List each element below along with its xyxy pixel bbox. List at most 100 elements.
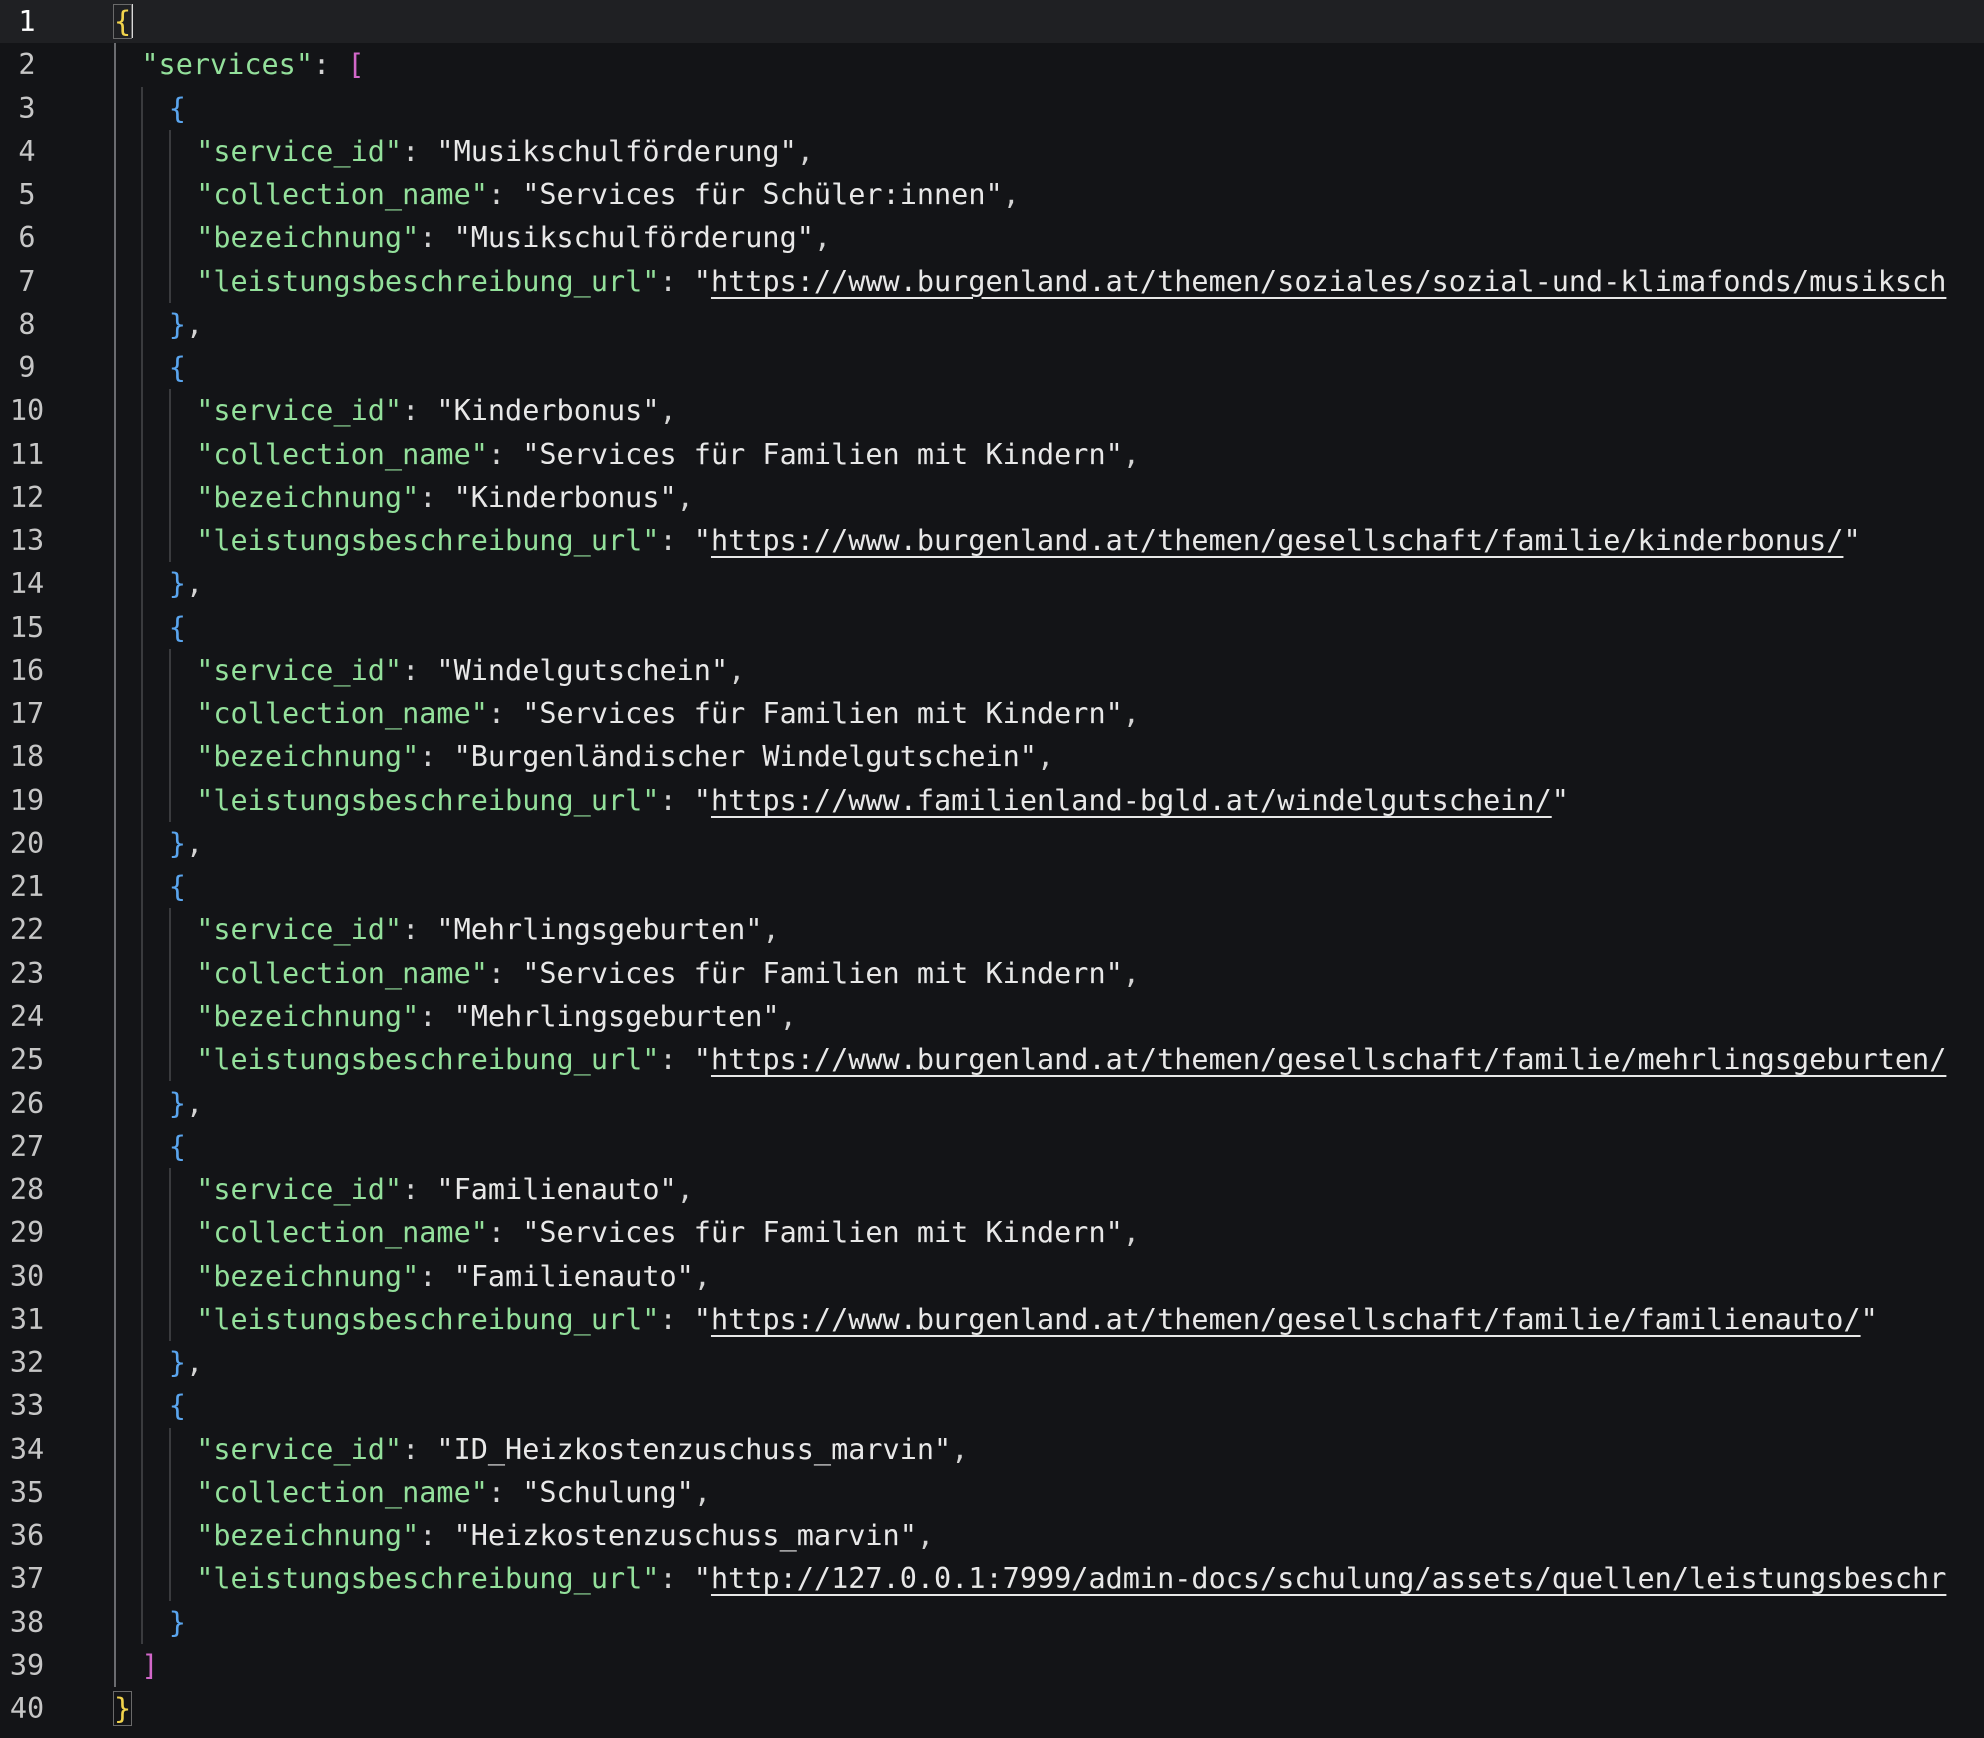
code-line[interactable]: 1{ [0,0,1984,44]
code-line[interactable]: 28 "service_id": "Familienauto", [0,1168,1984,1211]
code-content[interactable]: "service_id": "Mehrlingsgeburten", [196,908,779,951]
code-line[interactable]: 6 "bezeichnung": "Musikschulförderung", [0,216,1984,259]
punctuation: , [185,1346,204,1380]
url-link[interactable]: https://www.familienland-bgld.at/windelg… [711,784,1552,817]
code-content[interactable]: ] [141,1644,158,1687]
code-content[interactable]: { [169,865,186,908]
code-content[interactable]: { [112,0,134,43]
code-content[interactable]: }, [169,303,203,346]
code-content[interactable]: "service_id": "Familienauto", [196,1168,694,1211]
punctuation: : [419,1259,454,1293]
code-content[interactable]: { [169,87,186,130]
line-number: 27 [9,1129,45,1163]
code-content[interactable]: }, [169,822,203,865]
code-content[interactable]: "leistungsbeschreibung_url": "https://ww… [196,779,1569,822]
code-content[interactable]: { [169,1384,186,1427]
code-line[interactable]: 27 { [0,1125,1984,1168]
punctuation: : [659,1302,694,1336]
code-line[interactable]: 38} [0,1601,1984,1644]
code-content[interactable]: { [169,606,186,649]
code-content[interactable]: }, [169,1341,203,1384]
line-number: 22 [9,913,45,947]
punctuation: , [1122,956,1140,990]
code-content[interactable]: "bezeichnung": "Burgenländischer Windelg… [196,735,1054,778]
code-line[interactable]: 33 { [0,1384,1984,1427]
code-editor[interactable]: 1{2 "services": [3{4 "service_id": "Musiks… [0,0,1984,1738]
code-line[interactable]: 21 { [0,865,1984,908]
code-content[interactable]: "bezeichnung": "Heizkostenzuschuss_marvi… [196,1514,934,1557]
code-content[interactable]: "leistungsbeschreibung_url": "https://ww… [196,519,1860,562]
code-line[interactable]: 29 "collection_name": "Services für Famil… [0,1211,1984,1254]
code-content[interactable]: "collection_name": "Services für Familie… [196,952,1140,995]
url-link[interactable]: https://www.burgenland.at/themen/gesells… [711,1303,1861,1336]
code-line[interactable]: 18 "bezeichnung": "Burgenländischer Winde… [0,735,1984,778]
code-line[interactable]: 5 "collection_name": "Services für Schüle… [0,173,1984,216]
code-line[interactable]: 32}, [0,1341,1984,1384]
code-line[interactable]: 36 "bezeichnung": "Heizkostenzuschuss_mar… [0,1514,1984,1557]
code-content[interactable]: "service_id": "ID_Heizkostenzuschuss_mar… [196,1428,968,1471]
code-content[interactable]: "service_id": "Kinderbonus", [196,389,676,432]
code-line[interactable]: 23 "collection_name": "Services für Famil… [0,952,1984,995]
code-line[interactable]: 9{ [0,346,1984,389]
code-content[interactable]: }, [169,562,203,605]
url-link[interactable]: https://www.burgenland.at/themen/gesells… [711,1043,1946,1076]
code-content[interactable]: "leistungsbeschreibung_url": "https://ww… [196,260,1946,303]
code-line[interactable]: 13 "leistungsbeschreibung_url": "https://… [0,519,1984,562]
code-content[interactable]: "service_id": "Musikschulförderung", [196,130,814,173]
code-content[interactable]: "leistungsbeschreibung_url": "http://127… [196,1557,1946,1600]
code-content[interactable]: "leistungsbeschreibung_url": "https://ww… [196,1038,1946,1081]
code-content[interactable]: "collection_name": "Schulung", [196,1471,711,1514]
punctuation: , [1122,1216,1140,1250]
code-line[interactable]: 11 "collection_name": "Services für Famil… [0,433,1984,476]
code-line[interactable]: 31 "leistungsbeschreibung_url": "https://… [0,1298,1984,1341]
code-line[interactable]: 12 "bezeichnung": "Kinderbonus", [0,476,1984,519]
code-content[interactable]: "bezeichnung": "Musikschulförderung", [196,216,831,259]
code-line[interactable]: 19 "leistungsbeschreibung_url": "https://… [0,779,1984,822]
url-link[interactable]: https://www.burgenland.at/themen/gesells… [711,524,1843,557]
code-content[interactable]: { [169,1125,186,1168]
code-line[interactable]: 20}, [0,822,1984,865]
url-link[interactable]: https://www.burgenland.at/themen/soziale… [711,265,1946,298]
line-number: 7 [18,264,36,298]
code-content[interactable]: "services": [ [141,43,364,86]
code-content[interactable]: "collection_name": "Services für Familie… [196,692,1140,735]
code-line[interactable]: 15 { [0,606,1984,649]
code-content[interactable]: }, [169,1082,203,1125]
code-line[interactable]: 2 "services": [ [0,43,1984,86]
code-line[interactable]: 30 "bezeichnung": "Familienauto", [0,1255,1984,1298]
code-line[interactable]: 26}, [0,1082,1984,1125]
code-line[interactable]: 24 "bezeichnung": "Mehrlingsgeburten", [0,995,1984,1038]
code-line[interactable]: 25 "leistungsbeschreibung_url": "https://… [0,1038,1984,1081]
code-content[interactable]: "collection_name": "Services für Familie… [196,433,1140,476]
code-line[interactable]: 40} [0,1687,1984,1730]
code-line[interactable]: 10 "service_id": "Kinderbonus", [0,389,1984,432]
code-line[interactable]: 17 "collection_name": "Services für Famil… [0,692,1984,735]
code-content[interactable]: { [169,346,186,389]
code-content[interactable]: "bezeichnung": "Familienauto", [196,1255,711,1298]
code-line[interactable]: 14}, [0,562,1984,605]
code-content[interactable]: "service_id": "Windelgutschein", [196,649,745,692]
code-line[interactable]: 34 "service_id": "ID_Heizkostenzuschuss_m… [0,1428,1984,1471]
url-link[interactable]: http://127.0.0.1:7999/admin-docs/schulun… [711,1562,1946,1595]
code-line[interactable]: 37 "leistungsbeschreibung_url": "http://1… [0,1557,1984,1600]
code-content[interactable]: "collection_name": "Services für Schüler… [196,173,1020,216]
code-content[interactable]: "bezeichnung": "Mehrlingsgeburten", [196,995,797,1038]
code-line[interactable]: 8}, [0,303,1984,346]
code-content[interactable]: "collection_name": "Services für Familie… [196,1211,1140,1254]
code-content[interactable]: } [112,1687,133,1730]
code-line[interactable]: 3{ [0,87,1984,130]
punctuation: , [916,1519,935,1553]
code-line[interactable]: 22 "service_id": "Mehrlingsgeburten", [0,908,1984,951]
code-content[interactable]: "leistungsbeschreibung_url": "https://ww… [196,1298,1878,1341]
code-line[interactable]: 16 "service_id": "Windelgutschein", [0,649,1984,692]
code-line[interactable]: 35 "collection_name": "Schulung", [0,1471,1984,1514]
code-content[interactable]: } [169,1601,186,1644]
line-number: 20 [9,826,45,860]
code-line[interactable]: 7 "leistungsbeschreibung_url": "https://w… [0,260,1984,303]
code-content[interactable]: "bezeichnung": "Kinderbonus", [196,476,694,519]
code-line[interactable]: 4 "service_id": "Musikschulförderung", [0,130,1984,173]
punctuation: : [487,956,523,990]
punctuation: : [419,999,454,1033]
code-line[interactable]: 39] [0,1644,1984,1687]
punctuation: , [185,826,204,860]
